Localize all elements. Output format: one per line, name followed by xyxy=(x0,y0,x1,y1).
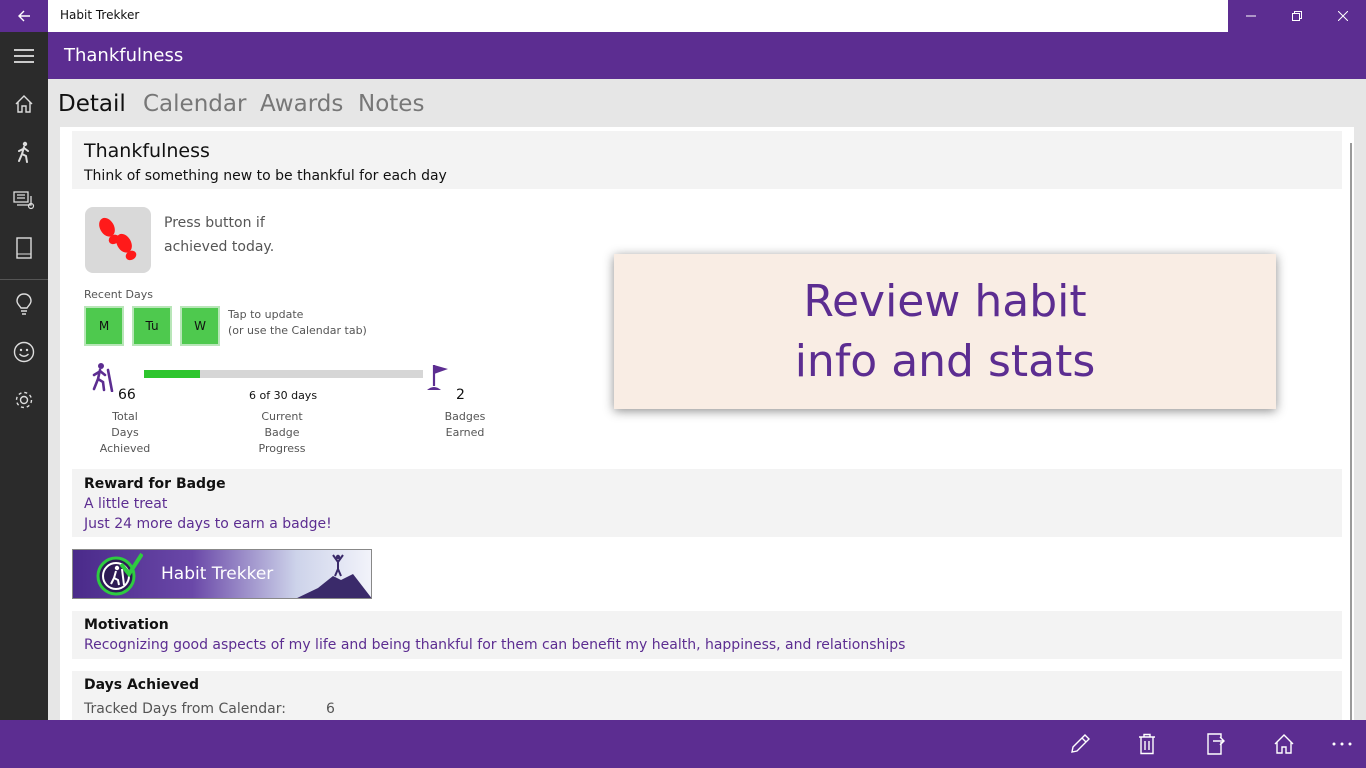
nav-settings[interactable] xyxy=(0,376,48,424)
recent-days-label: Recent Days xyxy=(84,288,153,301)
badges-label-line1: Badges xyxy=(444,410,486,423)
promo-line2: info and stats xyxy=(794,335,1096,387)
export-button[interactable] xyxy=(1192,720,1240,768)
habit-description: Think of something new to be thankful fo… xyxy=(84,168,447,184)
badge-progress-fill xyxy=(144,370,200,378)
tab-bar: Detail Calendar Awards Notes xyxy=(48,79,1366,127)
total-days-value: 66 xyxy=(118,387,136,403)
hamburger-menu-icon xyxy=(14,49,34,63)
detail-panel: Thankfulness Think of something new to b… xyxy=(60,127,1354,720)
total-label-line3: Achieved xyxy=(99,442,151,455)
home-icon xyxy=(1274,734,1294,754)
title-bar: Habit Trekker xyxy=(0,0,1366,32)
restore-icon xyxy=(1292,11,1302,21)
minimize-icon xyxy=(1246,15,1256,17)
delete-icon xyxy=(1139,733,1155,755)
promo-callout: Review habit info and stats xyxy=(614,254,1276,409)
bottom-app-bar xyxy=(0,720,1366,768)
hiker-icon xyxy=(92,363,114,392)
progress-label-line3: Progress xyxy=(258,442,306,455)
more-button[interactable] xyxy=(1318,720,1366,768)
badge-progress-label: Current Badge Progress xyxy=(247,409,317,457)
app-logo-icon xyxy=(96,552,143,596)
nav-tips[interactable] xyxy=(0,280,48,328)
badges-earned-value: 2 xyxy=(456,387,465,403)
habit-header-section: Thankfulness Think of something new to b… xyxy=(72,131,1342,189)
tap-hint-line1: Tap to update xyxy=(228,308,304,321)
motivation-heading: Motivation xyxy=(84,617,169,633)
tab-detail[interactable]: Detail xyxy=(58,91,126,117)
press-button-hint: Press button if achieved today. xyxy=(164,215,275,255)
tracked-days-value: 6 xyxy=(326,701,335,717)
reward-heading: Reward for Badge xyxy=(84,476,226,492)
recent-day-tuesday[interactable]: Tu xyxy=(132,306,172,346)
nav-habit-list[interactable] xyxy=(0,176,48,224)
nav-tablet[interactable] xyxy=(0,224,48,272)
total-days-label: Total Days Achieved xyxy=(90,409,160,457)
home-icon xyxy=(15,95,33,113)
navigation-rail xyxy=(0,32,48,720)
reward-remaining-text: Just 24 more days to earn a badge! xyxy=(84,516,332,532)
days-achieved-heading: Days Achieved xyxy=(84,677,200,693)
restore-button[interactable] xyxy=(1274,0,1320,32)
scrollbar[interactable] xyxy=(1350,143,1352,720)
nav-habits[interactable] xyxy=(0,128,48,176)
export-icon xyxy=(1207,733,1225,755)
reward-section: Reward for Badge A little treat Just 24 … xyxy=(72,469,1342,537)
footprints-icon xyxy=(99,217,137,261)
window-controls xyxy=(1228,0,1366,32)
close-icon xyxy=(1338,11,1348,21)
motivation-section: Motivation Recognizing good aspects of m… xyxy=(72,611,1342,659)
recent-day-monday[interactable]: M xyxy=(84,306,124,346)
habit-trekker-banner: Habit Trekker xyxy=(72,549,372,599)
tab-notes[interactable]: Notes xyxy=(358,91,424,117)
tab-calendar[interactable]: Calendar xyxy=(143,91,246,117)
back-arrow-icon xyxy=(18,10,30,22)
badge-progress-text: 6 of 30 days xyxy=(249,389,318,402)
tab-awards[interactable]: Awards xyxy=(260,91,343,117)
nav-feedback[interactable] xyxy=(0,328,48,376)
tablet-icon xyxy=(16,237,32,259)
delete-button[interactable] xyxy=(1123,720,1171,768)
motivation-text: Recognizing good aspects of my life and … xyxy=(84,637,906,653)
total-label-line2: Days xyxy=(111,426,139,439)
hiker-icon xyxy=(18,141,29,163)
mountain-climber-icon xyxy=(297,554,371,598)
page-header: Thankfulness xyxy=(48,32,1366,79)
tracked-days-label: Tracked Days from Calendar: xyxy=(84,701,286,717)
habit-name: Thankfulness xyxy=(84,140,210,162)
more-icon xyxy=(1332,742,1352,746)
edit-icon xyxy=(1071,734,1090,753)
lightbulb-icon xyxy=(16,293,32,315)
total-label-line1: Total xyxy=(112,410,138,423)
promo-callout-text: Review habit info and stats xyxy=(614,272,1276,392)
badge-progress-bar xyxy=(144,370,423,378)
menu-button[interactable] xyxy=(0,32,48,80)
home-button[interactable] xyxy=(1260,720,1308,768)
minimize-button[interactable] xyxy=(1228,0,1274,32)
progress-label-line1: Current xyxy=(261,410,303,423)
reward-text: A little treat xyxy=(84,496,168,512)
progress-label-line2: Badge xyxy=(264,426,300,439)
achieve-today-button[interactable] xyxy=(85,207,151,273)
close-button[interactable] xyxy=(1320,0,1366,32)
settings-icon xyxy=(15,391,33,409)
badges-label-line2: Earned xyxy=(445,426,485,439)
promo-line1: Review habit xyxy=(803,275,1087,327)
tap-to-update-hint: Tap to update (or use the Calendar tab) xyxy=(228,307,367,339)
tap-hint-line2: (or use the Calendar tab) xyxy=(228,324,367,337)
app-title: Habit Trekker xyxy=(60,8,140,22)
smiley-icon xyxy=(13,341,35,363)
page-title: Thankfulness xyxy=(64,45,184,66)
flag-icon xyxy=(427,365,448,390)
recent-day-wednesday[interactable]: W xyxy=(180,306,220,346)
back-button[interactable] xyxy=(0,0,48,32)
nav-home[interactable] xyxy=(0,80,48,128)
days-achieved-section: Days Achieved Tracked Days from Calendar… xyxy=(72,671,1342,720)
banner-text: Habit Trekker xyxy=(161,564,274,584)
habit-list-icon xyxy=(13,191,35,210)
badges-earned-label: Badges Earned xyxy=(430,409,500,441)
edit-button[interactable] xyxy=(1056,720,1104,768)
